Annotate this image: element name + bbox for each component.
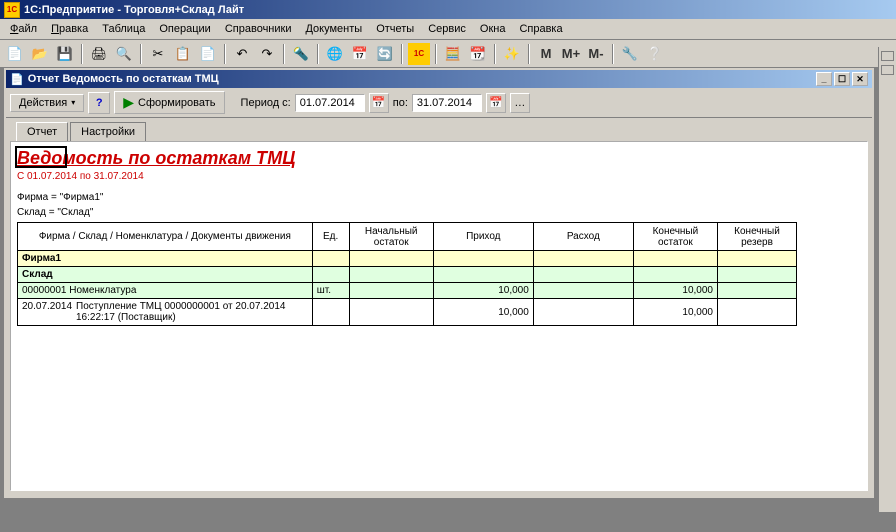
main-toolbar: 📄 📂 💾 🖨 🔍 ✂ 📋 📄 ↶ ↷ 🔦 🌐 📅 🔄 1C 🧮 📆 ✨ M M… bbox=[0, 40, 896, 68]
actions-button[interactable]: Действия▾ bbox=[10, 94, 84, 112]
calc-icon[interactable]: 🧮 bbox=[442, 43, 464, 65]
maximize-button[interactable]: ☐ bbox=[834, 72, 850, 86]
menu-service[interactable]: Сервис bbox=[422, 21, 472, 37]
row-firma[interactable]: Фирма1 bbox=[18, 251, 797, 267]
date-from-input[interactable] bbox=[295, 94, 365, 112]
tab-report[interactable]: Отчет bbox=[16, 122, 68, 141]
main-menubar: Файл Правка Таблица Операции Справочники… bbox=[0, 19, 896, 40]
menu-file[interactable]: Файл bbox=[4, 21, 43, 37]
mplus-button[interactable]: M+ bbox=[560, 43, 582, 65]
col-begin: Начальный остаток bbox=[349, 223, 433, 251]
col-unit: Ед. bbox=[312, 223, 349, 251]
dock-tab-1[interactable] bbox=[881, 51, 894, 61]
print-icon[interactable]: 🖨 bbox=[88, 43, 110, 65]
menu-reports[interactable]: Отчеты bbox=[370, 21, 420, 37]
menu-refs[interactable]: Справочники bbox=[219, 21, 298, 37]
close-button[interactable]: ✕ bbox=[852, 72, 868, 86]
filter-sklad: Склад = "Склад" bbox=[17, 207, 861, 218]
app-icon: 1C bbox=[4, 2, 20, 18]
copy-icon[interactable]: 📋 bbox=[172, 43, 194, 65]
paste-icon[interactable]: 📄 bbox=[197, 43, 219, 65]
doc-icon: 📄 bbox=[10, 73, 24, 86]
report-window: 📄 Отчет Ведомость по остаткам ТМЦ _ ☐ ✕ … bbox=[4, 68, 874, 498]
menu-table[interactable]: Таблица bbox=[96, 21, 151, 37]
browser-icon[interactable]: 🌐 bbox=[324, 43, 346, 65]
mdi-area: 📄 Отчет Ведомость по остаткам ТМЦ _ ☐ ✕ … bbox=[0, 68, 896, 532]
new-icon[interactable]: 📄 bbox=[4, 43, 26, 65]
doc-date: 20.07.2014 bbox=[22, 301, 76, 323]
col-income: Приход bbox=[433, 223, 533, 251]
play-icon: ▶ bbox=[123, 94, 134, 111]
cal-to-button[interactable]: 📅 bbox=[486, 93, 506, 113]
tools-icon[interactable]: 🔧 bbox=[619, 43, 641, 65]
row-document[interactable]: 20.07.2014 Поступление ТМЦ 0000000001 от… bbox=[18, 299, 797, 326]
period-to-label: по: bbox=[393, 97, 408, 109]
undo-icon[interactable]: ↶ bbox=[231, 43, 253, 65]
header-row: Фирма / Склад / Номенклатура / Документы… bbox=[18, 223, 797, 251]
1c-icon[interactable]: 1C bbox=[408, 43, 430, 65]
date-to-input[interactable] bbox=[412, 94, 482, 112]
help-button[interactable]: ? bbox=[88, 92, 110, 114]
tabs: Отчет Настройки bbox=[6, 118, 872, 141]
row-nomenclature[interactable]: 00000001 Номенклатура шт. 10,000 10,000 bbox=[18, 283, 797, 299]
help-icon[interactable]: ❔ bbox=[644, 43, 666, 65]
filter-firma: Фирма = "Фирма1" bbox=[17, 192, 861, 203]
main-titlebar: 1C 1С:Предприятие - Торговля+Склад Лайт bbox=[0, 0, 896, 19]
menu-edit[interactable]: Правка bbox=[45, 21, 94, 37]
menu-operations[interactable]: Операции bbox=[153, 21, 216, 37]
report-area[interactable]: Ведомость по остаткам ТМЦ С 01.07.2014 п… bbox=[10, 141, 868, 491]
col-firma: Фирма / Склад / Номенклатура / Документы… bbox=[18, 223, 313, 251]
child-title-text: Отчет Ведомость по остаткам ТМЦ bbox=[28, 73, 219, 85]
cell-selection bbox=[15, 146, 67, 168]
dock-tab-2[interactable] bbox=[881, 65, 894, 75]
report-table: Фирма / Склад / Номенклатура / Документы… bbox=[17, 222, 797, 326]
menu-help[interactable]: Справка bbox=[513, 21, 568, 37]
find-icon[interactable]: 🔦 bbox=[290, 43, 312, 65]
right-dock-strip bbox=[878, 47, 896, 512]
calendar-icon[interactable]: 📅 bbox=[349, 43, 371, 65]
cal-from-button[interactable]: 📅 bbox=[369, 93, 389, 113]
col-end: Конечный остаток bbox=[633, 223, 717, 251]
redo-icon[interactable]: ↷ bbox=[256, 43, 278, 65]
report-title: Ведомость по остаткам ТМЦ bbox=[17, 148, 861, 169]
row-sklad[interactable]: Склад bbox=[18, 267, 797, 283]
child-titlebar: 📄 Отчет Ведомость по остаткам ТМЦ _ ☐ ✕ bbox=[6, 70, 872, 88]
cut-icon[interactable]: ✂ bbox=[147, 43, 169, 65]
app-title: 1С:Предприятие - Торговля+Склад Лайт bbox=[24, 4, 244, 16]
minimize-button[interactable]: _ bbox=[816, 72, 832, 86]
save-icon[interactable]: 💾 bbox=[54, 43, 76, 65]
mminus-button[interactable]: M- bbox=[585, 43, 607, 65]
tab-settings[interactable]: Настройки bbox=[70, 122, 146, 141]
child-toolbar: Действия▾ ? ▶ Сформировать Период с: 📅 п… bbox=[6, 88, 872, 118]
col-outcome: Расход bbox=[533, 223, 633, 251]
doc-text: Поступление ТМЦ 0000000001 от 20.07.2014… bbox=[76, 301, 308, 323]
period-from-label: Период с: bbox=[241, 97, 291, 109]
preview-icon[interactable]: 🔍 bbox=[113, 43, 135, 65]
open-icon[interactable]: 📂 bbox=[29, 43, 51, 65]
report-period: С 01.07.2014 по 31.07.2014 bbox=[17, 171, 861, 182]
form-button[interactable]: ▶ Сформировать bbox=[114, 91, 224, 114]
period-ellipsis-button[interactable]: … bbox=[510, 93, 530, 113]
refresh-icon[interactable]: 🔄 bbox=[374, 43, 396, 65]
m-button[interactable]: M bbox=[535, 43, 557, 65]
menu-docs[interactable]: Документы bbox=[299, 21, 368, 37]
wand-icon[interactable]: ✨ bbox=[501, 43, 523, 65]
col-reserve: Конечный резерв bbox=[718, 223, 797, 251]
menu-windows[interactable]: Окна bbox=[474, 21, 512, 37]
date-icon[interactable]: 📆 bbox=[467, 43, 489, 65]
